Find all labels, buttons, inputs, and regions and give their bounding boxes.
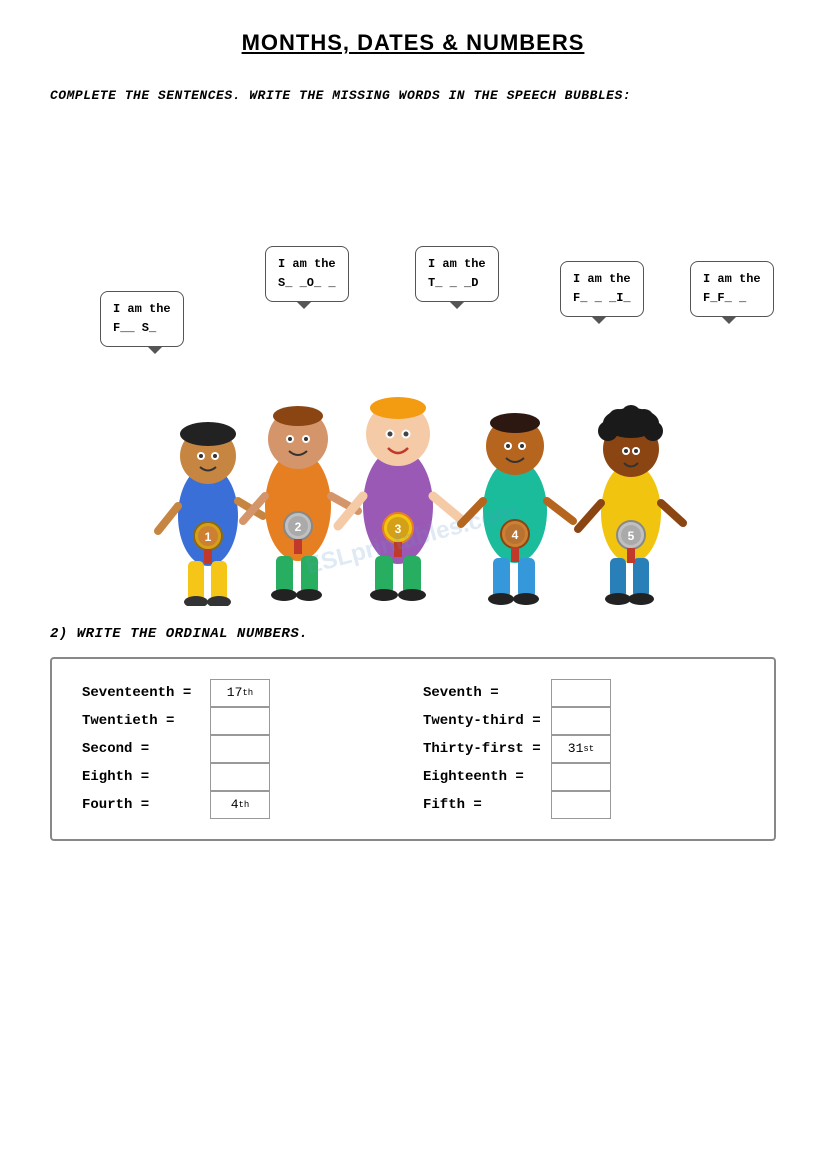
answer-twentythird[interactable] xyxy=(551,707,611,735)
exercise-row-fourth: Fourth = 4th xyxy=(82,791,403,819)
exercise-row-twentythird: Twenty-third = xyxy=(423,707,744,735)
speech-bubble-2: I am the S_ _O_ _ xyxy=(265,246,349,302)
exercise-row-twentieth: Twentieth = xyxy=(82,707,403,735)
scene-area: I am the F__ S_ I am the S_ _O_ _ I am t… xyxy=(50,126,776,606)
exercise-row-thirtyfirst: Thirty-first = 31st xyxy=(423,735,744,763)
exercise-box: Seventeenth = 17th Twentieth = Second = … xyxy=(50,657,776,841)
kids-illustration: 1 2 xyxy=(123,296,703,606)
speech-bubble-3: I am the T_ _ _D xyxy=(415,246,499,302)
exercise-row-seventeenth: Seventeenth = 17th xyxy=(82,679,403,707)
answer-eighth[interactable] xyxy=(210,763,270,791)
exercise-row-second: Second = xyxy=(82,735,403,763)
answer-fourth[interactable]: 4th xyxy=(210,791,270,819)
label-seventh: Seventh = xyxy=(423,685,543,701)
instruction-text: COMPLETE THE SENTENCES. WRITE THE MISSIN… xyxy=(50,86,776,106)
label-eighth: Eighth = xyxy=(82,769,202,785)
answer-second[interactable] xyxy=(210,735,270,763)
answer-fifth[interactable] xyxy=(551,791,611,819)
left-column: Seventeenth = 17th Twentieth = Second = … xyxy=(82,679,403,819)
answer-seventeenth[interactable]: 17th xyxy=(210,679,270,707)
label-fourth: Fourth = xyxy=(82,797,202,813)
svg-text:1: 1 xyxy=(205,530,212,544)
svg-text:4: 4 xyxy=(512,528,519,542)
label-eighteenth: Eighteenth = xyxy=(423,769,543,785)
section2-title: 2) WRITE THE ORDINAL NUMBERS. xyxy=(50,626,776,642)
answer-seventh[interactable] xyxy=(551,679,611,707)
answer-twentieth[interactable] xyxy=(210,707,270,735)
label-second: Second = xyxy=(82,741,202,757)
label-twentieth: Twentieth = xyxy=(82,713,202,729)
svg-text:5: 5 xyxy=(628,529,635,543)
exercise-row-eighteenth: Eighteenth = xyxy=(423,763,744,791)
right-column: Seventh = Twenty-third = Thirty-first = … xyxy=(423,679,744,819)
answer-thirtyfirst[interactable]: 31st xyxy=(551,735,611,763)
page-title: MONTHS, DATES & NUMBERS xyxy=(50,30,776,56)
label-fifth: Fifth = xyxy=(423,797,543,813)
label-thirtyfirst: Thirty-first = xyxy=(423,741,543,757)
svg-text:2: 2 xyxy=(295,520,302,534)
exercise-row-eighth: Eighth = xyxy=(82,763,403,791)
exercise-row-seventh: Seventh = xyxy=(423,679,744,707)
exercise-row-fifth: Fifth = xyxy=(423,791,744,819)
label-twentythird: Twenty-third = xyxy=(423,713,543,729)
answer-eighteenth[interactable] xyxy=(551,763,611,791)
label-seventeenth: Seventeenth = xyxy=(82,685,202,701)
